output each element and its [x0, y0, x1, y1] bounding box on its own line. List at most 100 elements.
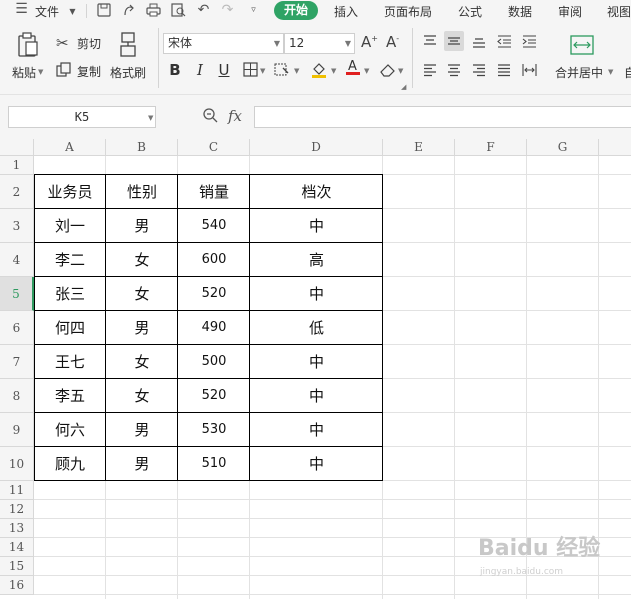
- decrease-font-size-icon[interactable]: A-: [386, 33, 399, 51]
- table-cell[interactable]: 男: [106, 447, 178, 481]
- table-cell[interactable]: 高: [250, 243, 383, 277]
- align-right-icon[interactable]: [469, 60, 489, 80]
- table-cell[interactable]: 何六: [34, 413, 106, 447]
- table-cell[interactable]: 530: [178, 413, 250, 447]
- table-cell[interactable]: 低: [250, 311, 383, 345]
- copy-button[interactable]: 复制: [77, 63, 101, 80]
- tab-insert[interactable]: 插入: [334, 3, 358, 20]
- tab-home[interactable]: 开始: [274, 1, 318, 20]
- increase-indent-icon[interactable]: [519, 31, 539, 51]
- table-cell[interactable]: 顾九: [34, 447, 106, 481]
- font-size-select[interactable]: 12 ▼: [284, 33, 355, 54]
- column-header-f[interactable]: F: [455, 139, 527, 156]
- row-header-12[interactable]: 12: [0, 500, 34, 519]
- table-cell[interactable]: 刘一: [34, 209, 106, 243]
- align-top-icon[interactable]: [420, 31, 440, 51]
- align-bottom-icon[interactable]: [469, 31, 489, 51]
- file-menu[interactable]: 文件: [35, 3, 59, 20]
- decrease-indent-icon[interactable]: [494, 31, 514, 51]
- table-cell[interactable]: 何四: [34, 311, 106, 345]
- formula-input[interactable]: [254, 106, 631, 128]
- eraser-icon[interactable]: [377, 60, 397, 80]
- table-header-cell[interactable]: 性别: [106, 175, 178, 209]
- row-header-9[interactable]: 9: [0, 413, 34, 447]
- row-header-1[interactable]: 1: [0, 156, 34, 175]
- chevron-down-icon[interactable]: ▼: [364, 67, 369, 75]
- font-color-icon[interactable]: A: [343, 58, 363, 78]
- column-header-d[interactable]: D: [250, 139, 383, 156]
- table-header-cell[interactable]: 销量: [178, 175, 250, 209]
- print-icon[interactable]: [146, 3, 161, 18]
- column-header-c[interactable]: C: [178, 139, 250, 156]
- underline-icon[interactable]: U: [214, 60, 234, 80]
- column-header-g[interactable]: G: [527, 139, 599, 156]
- chevron-down-icon[interactable]: ▼: [331, 67, 336, 75]
- table-cell[interactable]: 中: [250, 345, 383, 379]
- table-header-cell[interactable]: 业务员: [34, 175, 106, 209]
- bold-icon[interactable]: B: [165, 60, 185, 80]
- chevron-down-icon[interactable]: ▼: [608, 68, 613, 76]
- table-header-cell[interactable]: 档次: [250, 175, 383, 209]
- table-cell[interactable]: 女: [106, 379, 178, 413]
- row-header-4[interactable]: 4: [0, 243, 34, 277]
- align-center-icon[interactable]: [444, 60, 464, 80]
- table-cell[interactable]: 490: [178, 311, 250, 345]
- align-left-icon[interactable]: [420, 60, 440, 80]
- table-cell[interactable]: 600: [178, 243, 250, 277]
- fx-icon[interactable]: fx: [228, 107, 242, 125]
- undo-icon[interactable]: ↶: [196, 3, 211, 18]
- distributed-align-icon[interactable]: [519, 60, 539, 80]
- wrap-text-button[interactable]: 自: [624, 64, 631, 81]
- customize-toolbar-icon[interactable]: ▿: [246, 3, 261, 18]
- row-header-8[interactable]: 8: [0, 379, 34, 413]
- merge-center-icon[interactable]: [570, 35, 594, 58]
- column-header-overflow[interactable]: [599, 139, 631, 156]
- tab-data[interactable]: 数据: [508, 3, 532, 20]
- print-preview-icon[interactable]: [171, 3, 186, 18]
- row-header-6[interactable]: 6: [0, 311, 34, 345]
- table-cell[interactable]: 500: [178, 345, 250, 379]
- tab-formulas[interactable]: 公式: [458, 3, 482, 20]
- row-header-14[interactable]: 14: [0, 538, 34, 557]
- row-header-11[interactable]: 11: [0, 481, 34, 500]
- align-middle-icon[interactable]: [444, 31, 464, 51]
- merge-center-button[interactable]: 合并居中: [555, 64, 603, 81]
- table-cell[interactable]: 男: [106, 413, 178, 447]
- font-dialog-launcher-icon[interactable]: ◢: [401, 83, 406, 91]
- table-cell[interactable]: 520: [178, 277, 250, 311]
- table-cell[interactable]: 520: [178, 379, 250, 413]
- copy-icon[interactable]: [56, 62, 71, 80]
- zoom-search-icon[interactable]: [202, 107, 218, 126]
- table-cell[interactable]: 中: [250, 277, 383, 311]
- hamburger-menu-icon[interactable]: ☰: [14, 2, 29, 17]
- column-header-a[interactable]: A: [34, 139, 106, 156]
- italic-icon[interactable]: I: [190, 60, 210, 80]
- redo-icon[interactable]: ↷: [220, 3, 235, 18]
- chevron-down-icon[interactable]: ▼: [148, 114, 153, 122]
- row-header-3[interactable]: 3: [0, 209, 34, 243]
- row-header-7[interactable]: 7: [0, 345, 34, 379]
- tab-view[interactable]: 视图: [607, 3, 631, 20]
- tab-review[interactable]: 审阅: [558, 3, 582, 20]
- table-cell[interactable]: 中: [250, 447, 383, 481]
- paste-button[interactable]: 粘贴: [12, 64, 36, 81]
- row-header-15[interactable]: 15: [0, 557, 34, 576]
- table-cell[interactable]: 张三: [34, 277, 106, 311]
- row-header-5[interactable]: 5: [0, 277, 34, 311]
- table-cell[interactable]: 王七: [34, 345, 106, 379]
- fill-color-icon[interactable]: [309, 60, 329, 80]
- chevron-down-icon[interactable]: ▼: [38, 68, 43, 76]
- justify-icon[interactable]: [494, 60, 514, 80]
- row-header-13[interactable]: 13: [0, 519, 34, 538]
- chevron-down-icon[interactable]: ▼: [294, 67, 299, 75]
- table-cell[interactable]: 李二: [34, 243, 106, 277]
- table-cell[interactable]: 女: [106, 243, 178, 277]
- scissors-icon[interactable]: ✂: [56, 34, 69, 52]
- row-header-10[interactable]: 10: [0, 447, 34, 481]
- table-cell[interactable]: 中: [250, 413, 383, 447]
- save-icon[interactable]: [96, 3, 111, 18]
- chevron-down-icon[interactable]: ▼: [398, 67, 403, 75]
- tab-page-layout[interactable]: 页面布局: [384, 3, 432, 20]
- table-cell[interactable]: 李五: [34, 379, 106, 413]
- fill-effect-icon[interactable]: [272, 60, 292, 80]
